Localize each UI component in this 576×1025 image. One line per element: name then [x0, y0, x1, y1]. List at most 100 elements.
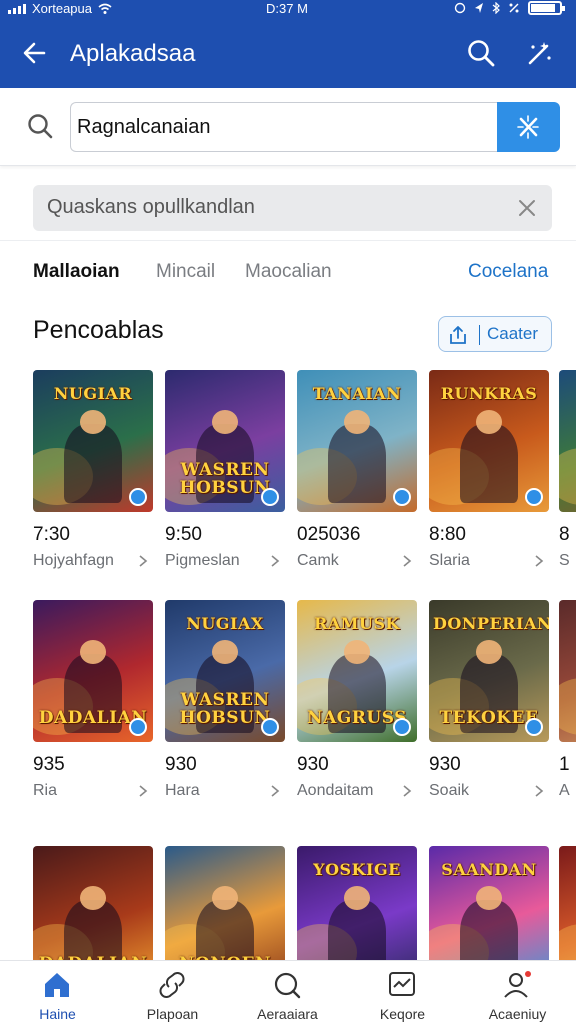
- section-title: Pencoablas: [33, 316, 164, 344]
- cover-title: DONPERIAN: [433, 614, 549, 633]
- game-cover-image[interactable]: [559, 370, 576, 512]
- cover-head: [475, 885, 503, 910]
- game-price: 025036: [297, 524, 361, 545]
- filter-button[interactable]: Caater: [438, 316, 552, 352]
- game-subtitle: Pigmeslan: [165, 552, 240, 569]
- search-field[interactable]: [70, 102, 500, 152]
- chevron-right-icon[interactable]: [401, 784, 413, 798]
- location-icon: [475, 3, 483, 13]
- chevron-right-icon[interactable]: [269, 784, 281, 798]
- game-cover-image[interactable]: RAMUSK NAGRUSS: [297, 600, 417, 742]
- tab-maocalian[interactable]: Maocalian: [245, 261, 332, 283]
- chevron-right-icon[interactable]: [137, 554, 149, 568]
- cover-title: SAANDAN: [441, 860, 537, 879]
- search-icon: [274, 972, 301, 999]
- game-cover-image[interactable]: DADALIAN: [33, 600, 153, 742]
- tab-bar: Mallaoian Mincail Maocalian Cocelana: [0, 240, 576, 300]
- cover-head: [343, 885, 371, 910]
- game-subtitle: Soaik: [429, 782, 470, 799]
- search-icon[interactable]: [466, 38, 496, 68]
- game-cover-image[interactable]: [559, 600, 576, 742]
- game-cover-image[interactable]: TANAIAN: [297, 370, 417, 512]
- search-input[interactable]: [71, 103, 500, 151]
- back-arrow-icon[interactable]: [20, 38, 50, 68]
- close-icon: [517, 115, 539, 139]
- cover-head: [79, 639, 107, 664]
- cover-title: NUGIAX: [186, 614, 264, 633]
- nav-label: Aeraaiara: [257, 1006, 318, 1022]
- game-cover-image[interactable]: SAANDAN: [429, 846, 549, 960]
- game-cover-image[interactable]: YOSKIGE: [297, 846, 417, 960]
- home-icon: [45, 973, 69, 997]
- cover-fig: [328, 423, 386, 504]
- chevron-right-icon[interactable]: [533, 784, 545, 798]
- chevron-right-icon[interactable]: [137, 784, 149, 798]
- filter-divider: [479, 325, 480, 345]
- cover-fig: [64, 423, 122, 504]
- game-cover-image[interactable]: DONPERIAN TEKOKEE: [429, 600, 549, 742]
- status-time: D:37 M: [266, 1, 308, 16]
- alarm-icon: [454, 2, 466, 14]
- badge-icon: [525, 488, 543, 506]
- badge-icon: [261, 718, 279, 736]
- game-cover-image[interactable]: RUNKRAS: [429, 370, 549, 512]
- status-right: [454, 1, 565, 15]
- status-left: Xorteapua: [8, 1, 112, 16]
- nav-item-acaeniuy[interactable]: Acaeniuy: [460, 961, 575, 1025]
- magic-wand-icon[interactable]: [524, 38, 554, 68]
- cover-head: [211, 409, 239, 434]
- nav-item-aeraaiara[interactable]: Aeraaiara: [230, 961, 345, 1025]
- chevron-right-icon[interactable]: [533, 554, 545, 568]
- badge-icon: [393, 488, 411, 506]
- game-subtitle: Ria: [33, 782, 58, 799]
- page-title: Aplakadsaa: [70, 40, 196, 67]
- query-chip[interactable]: Quaskans opullkandlan: [33, 185, 552, 231]
- game-cover-image[interactable]: [559, 846, 576, 960]
- game-grid: NUGIAR 7:30 Hojyahfagn WASREN HOBSUN 9:50 Pig…: [0, 370, 576, 960]
- account-icon: [504, 971, 531, 998]
- cover-head: [79, 885, 107, 910]
- game-cover-image[interactable]: NUGIAR: [33, 370, 153, 512]
- battery-icon: [528, 1, 565, 15]
- nav-item-home[interactable]: Haine: [0, 961, 115, 1025]
- game-cover-image[interactable]: NONOEN: [165, 846, 285, 960]
- carrier-name: Xorteapua: [32, 1, 92, 16]
- game-cover-image[interactable]: DADALIAN: [33, 846, 153, 960]
- query-chip-text: Quaskans opullkandlan: [47, 196, 255, 218]
- game-price: 7:30: [33, 524, 70, 545]
- cover-title: RAMUSK: [314, 614, 400, 633]
- filter-label: Caater: [487, 324, 539, 343]
- tab-mallaoian[interactable]: Mallaoian: [33, 261, 120, 283]
- nav-item-plapoan[interactable]: Plapoan: [115, 961, 230, 1025]
- game-subtitle: Slaria: [429, 552, 470, 569]
- cover-fig: [460, 423, 518, 504]
- game-price: 8: [559, 524, 570, 545]
- link-icon: [159, 972, 185, 998]
- bluetooth-icon: [492, 2, 500, 14]
- game-cover-image[interactable]: NUGIAX WASREN HOBSUN: [165, 600, 285, 742]
- game-price: 935: [33, 754, 65, 775]
- game-price: 9:50: [165, 524, 202, 545]
- badge-icon: [129, 488, 147, 506]
- search-icon: [28, 114, 53, 139]
- nav-item-keqore[interactable]: Keqore: [345, 961, 460, 1025]
- chevron-right-icon[interactable]: [401, 554, 413, 568]
- tab-cocelana[interactable]: Cocelana: [468, 261, 548, 283]
- game-subtitle: Hara: [165, 782, 200, 799]
- clear-icon[interactable]: [516, 197, 538, 219]
- tab-mincail[interactable]: Mincail: [156, 261, 215, 283]
- game-price: 930: [429, 754, 461, 775]
- game-subtitle: Hojyahfagn: [33, 552, 114, 569]
- signal-icon: [8, 3, 26, 14]
- chevron-right-icon[interactable]: [269, 554, 281, 568]
- game-cover-image[interactable]: WASREN HOBSUN: [165, 370, 285, 512]
- cover-title: YOSKIGE: [313, 860, 401, 879]
- nav-label: Haine: [39, 1006, 76, 1022]
- cover-head: [79, 409, 107, 434]
- game-subtitle: Aondaitam: [297, 782, 374, 799]
- nav-label: Keqore: [379, 1006, 426, 1022]
- search-submit-button[interactable]: [497, 102, 560, 152]
- search-panel: [0, 88, 576, 166]
- cover-head: [475, 409, 503, 434]
- game-price: 930: [165, 754, 197, 775]
